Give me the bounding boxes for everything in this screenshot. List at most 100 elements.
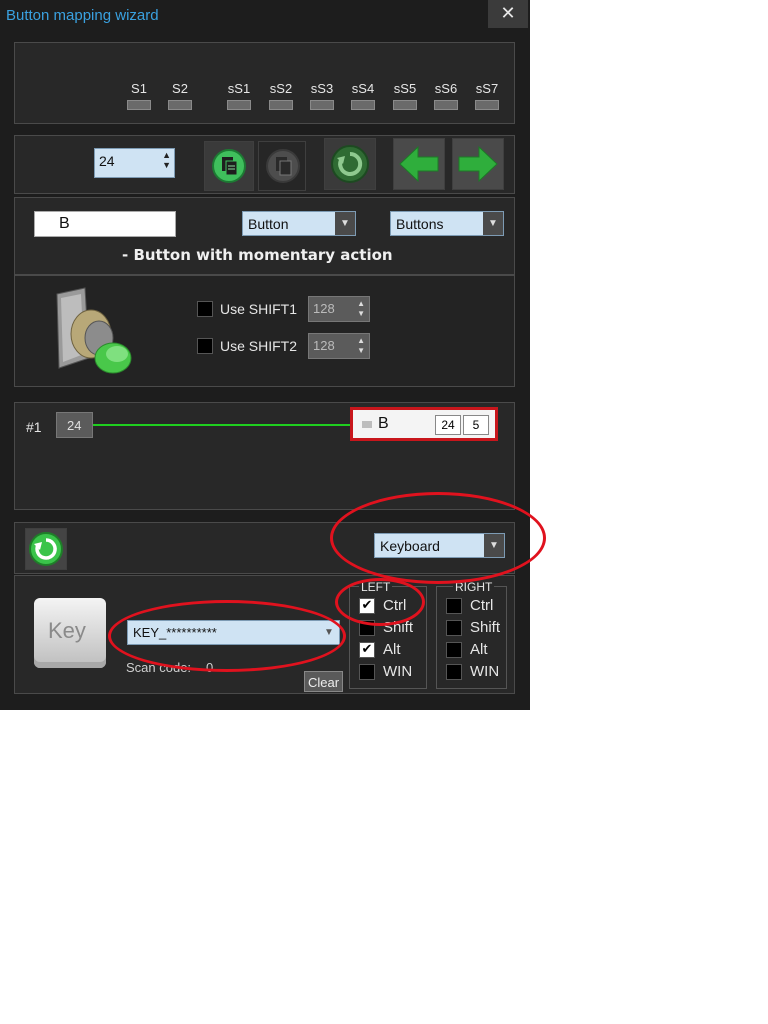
shift2-value: 128: [313, 338, 335, 353]
right-alt-checkbox[interactable]: [446, 642, 462, 658]
switch-label: S1: [131, 81, 147, 96]
shift2-label: Use SHIFT2: [220, 338, 298, 354]
window-title: Button mapping wizard: [6, 7, 159, 24]
switch-led: [227, 100, 251, 110]
target-name: B: [378, 415, 389, 432]
shift2-checkbox[interactable]: [197, 338, 213, 354]
switch-label: sS7: [475, 81, 499, 96]
clear-button[interactable]: Clear: [304, 671, 343, 692]
annotation-ellipse-ctrl: [335, 578, 425, 626]
copy-icon: [212, 149, 246, 183]
index-value: 24: [99, 153, 115, 169]
previous-button[interactable]: [393, 138, 445, 190]
switch-label: sS2: [269, 81, 293, 96]
switch-led: [475, 100, 499, 110]
switch-led: [269, 100, 293, 110]
right-shift-label: Shift: [470, 619, 501, 636]
button-definition-panel: B Button ▼ Buttons ▼ - Button with momen…: [14, 197, 515, 275]
button-name-value: B: [59, 215, 70, 232]
shift1-value: 128: [313, 301, 335, 316]
switch-indicators-panel: S1 S2 sS1 sS2 sS3 sS4 sS5 sS6 sS7: [14, 42, 515, 124]
chevron-down-icon[interactable]: ▼: [483, 212, 503, 235]
switch-label: sS1: [227, 81, 251, 96]
reset-icon: [331, 145, 369, 183]
target-number: 24: [435, 415, 461, 435]
switch-indicator: sS2: [264, 81, 298, 110]
right-modifiers-group: RIGHT Ctrl Shift Alt WIN: [436, 580, 507, 689]
switch-led: [351, 100, 375, 110]
left-win-checkbox[interactable]: [359, 664, 375, 680]
shift1-spinner[interactable]: 128 ▲ ▼: [308, 296, 370, 322]
switch-indicator: sS5: [388, 81, 422, 110]
switch-label: S2: [172, 81, 188, 96]
right-win-label: WIN: [470, 663, 500, 680]
shift1-label: Use SHIFT1: [220, 301, 298, 317]
button-group-value: Buttons: [396, 216, 444, 232]
reset-icon: [29, 532, 63, 566]
checkmark-icon: ✔: [361, 642, 373, 657]
target-number: 5: [463, 415, 489, 435]
right-shift-checkbox[interactable]: [446, 620, 462, 636]
index-spinner[interactable]: 24 ▲ ▼: [94, 148, 175, 178]
switch-indicator: S2: [163, 81, 197, 110]
mapping-input-box[interactable]: 24: [56, 412, 93, 438]
paste-button[interactable]: [258, 141, 306, 191]
spinner-arrows-icon[interactable]: ▲ ▼: [357, 336, 365, 356]
button-description: - Button with momentary action: [122, 246, 393, 264]
left-alt-checkbox[interactable]: ✔: [359, 642, 375, 658]
spinner-arrows-icon[interactable]: ▲ ▼: [162, 150, 171, 170]
mapping-row-label: #1: [26, 419, 42, 435]
left-alt-label: Alt: [383, 641, 401, 658]
shift2-spinner[interactable]: 128 ▲ ▼: [308, 333, 370, 359]
switch-led: [127, 100, 151, 110]
left-win-label: WIN: [383, 663, 413, 680]
button-type-value: Button: [248, 216, 289, 232]
switch-label: sS5: [393, 81, 417, 96]
copy-button[interactable]: [204, 141, 254, 191]
close-button[interactable]: ✕: [488, 0, 528, 28]
switch-indicator: sS6: [429, 81, 463, 110]
close-icon: ✕: [500, 3, 516, 24]
mapping-target[interactable]: B 24 5: [350, 407, 498, 441]
switch-indicator: sS1: [222, 81, 256, 110]
shift-options-panel: Use SHIFT1 128 ▲ ▼ Use SHIFT2 128 ▲ ▼: [14, 275, 515, 387]
right-alt-label: Alt: [470, 641, 488, 658]
annotation-ellipse-output-type: [330, 492, 546, 584]
paste-icon: [266, 149, 300, 183]
annotation-ellipse-key-select: [108, 600, 346, 672]
switch-led: [434, 100, 458, 110]
switch-label: sS3: [310, 81, 334, 96]
arrow-left-icon: [399, 145, 439, 183]
switch-led: [393, 100, 417, 110]
right-win-checkbox[interactable]: [446, 664, 462, 680]
switch-indicator: sS4: [346, 81, 380, 110]
button-name-field[interactable]: B: [34, 211, 176, 237]
switch-indicator: sS3: [305, 81, 339, 110]
right-ctrl-checkbox[interactable]: [446, 598, 462, 614]
arrow-right-icon: [458, 145, 498, 183]
switch-indicator: sS7: [470, 81, 504, 110]
spinner-arrows-icon[interactable]: ▲ ▼: [357, 299, 365, 319]
toolbar-panel: 24 ▲ ▼: [14, 135, 515, 194]
switch-led: [168, 100, 192, 110]
right-ctrl-label: Ctrl: [470, 597, 494, 614]
switch-label: sS4: [351, 81, 375, 96]
clear-button-label: Clear: [307, 675, 340, 690]
target-led: [362, 421, 372, 428]
button-group-select[interactable]: Buttons ▼: [390, 211, 504, 236]
mapping-input-value: 24: [67, 418, 82, 433]
reset-button[interactable]: [324, 138, 376, 190]
keycap-icon: Key: [34, 598, 106, 668]
next-button[interactable]: [452, 138, 504, 190]
shift1-checkbox[interactable]: [197, 301, 213, 317]
title-bar: Button mapping wizard ✕: [0, 0, 530, 34]
button-type-select[interactable]: Button ▼: [242, 211, 356, 236]
keycap-label: Key: [48, 618, 86, 643]
switch-label: sS6: [434, 81, 458, 96]
switch-indicator: S1: [122, 81, 156, 110]
output-reset-button[interactable]: [25, 528, 67, 570]
pushbutton-icon: [56, 287, 132, 374]
chevron-down-icon[interactable]: ▼: [335, 212, 355, 235]
switch-led: [310, 100, 334, 110]
mapping-connection-line: [93, 424, 351, 426]
